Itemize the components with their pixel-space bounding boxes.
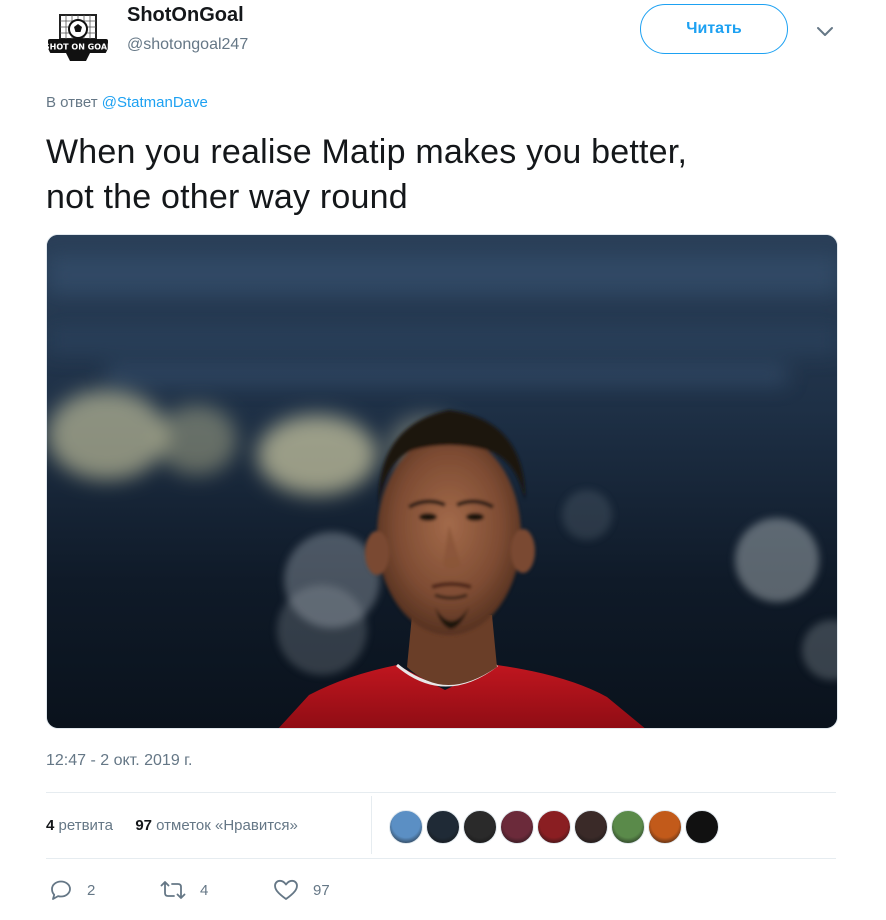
heart-icon — [274, 879, 298, 900]
liker-avatar[interactable] — [611, 810, 645, 844]
chevron-down-icon[interactable] — [814, 20, 836, 42]
tweet-stats: 4 ретвита 97 отметок «Нравится» — [46, 817, 298, 834]
liker-avatar[interactable] — [537, 810, 571, 844]
liker-avatars — [389, 810, 722, 846]
liker-avatar[interactable] — [463, 810, 497, 844]
reply-icon — [51, 880, 71, 900]
divider — [46, 858, 836, 859]
tweet-header: SHOT ON GOAL ShotOnGoal @shotongoal247 Ч… — [0, 0, 886, 80]
retweet-action-count: 4 — [200, 881, 209, 899]
retweet-label[interactable]: ретвита — [59, 817, 113, 834]
retweet-icon — [160, 881, 186, 899]
follow-button[interactable]: Читать — [640, 4, 788, 54]
retweet-action[interactable]: 4 — [160, 878, 208, 902]
divider — [371, 796, 372, 854]
shot-on-goal-logo: SHOT ON GOAL — [46, 5, 110, 69]
user-handle[interactable]: @shotongoal247 — [127, 36, 248, 54]
tweet-text-line: When you realise Matip makes you better, — [46, 133, 688, 171]
like-action[interactable]: 97 — [273, 878, 330, 902]
logo-text: SHOT ON GOAL — [46, 43, 110, 52]
avatar[interactable]: SHOT ON GOAL — [46, 5, 110, 69]
divider — [46, 792, 836, 793]
liker-avatar[interactable] — [574, 810, 608, 844]
liker-avatar[interactable] — [685, 810, 719, 844]
liker-avatar[interactable] — [648, 810, 682, 844]
reply-mention-link[interactable]: @StatmanDave — [102, 94, 208, 111]
like-label[interactable]: отметок «Нравится» — [156, 817, 298, 834]
tweet-timestamp[interactable]: 12:47 - 2 окт. 2019 г. — [46, 752, 193, 770]
reply-prefix: В ответ — [46, 94, 98, 111]
like-count[interactable]: 97 — [135, 817, 152, 834]
tweet-text: When you realise Matip makes you better,… — [46, 130, 836, 220]
liker-avatar[interactable] — [500, 810, 534, 844]
reply-context: В ответ @StatmanDave — [46, 94, 208, 111]
reply-action[interactable]: 2 — [49, 878, 95, 902]
liker-avatar[interactable] — [426, 810, 460, 844]
retweet-count[interactable]: 4 — [46, 817, 54, 834]
liker-avatar[interactable] — [389, 810, 423, 844]
like-action-count: 97 — [313, 881, 330, 899]
tweet-photo[interactable] — [46, 234, 838, 729]
display-name[interactable]: ShotOnGoal — [127, 4, 244, 27]
reply-count: 2 — [87, 881, 96, 899]
tweet-text-line: not the other way round — [46, 178, 408, 216]
